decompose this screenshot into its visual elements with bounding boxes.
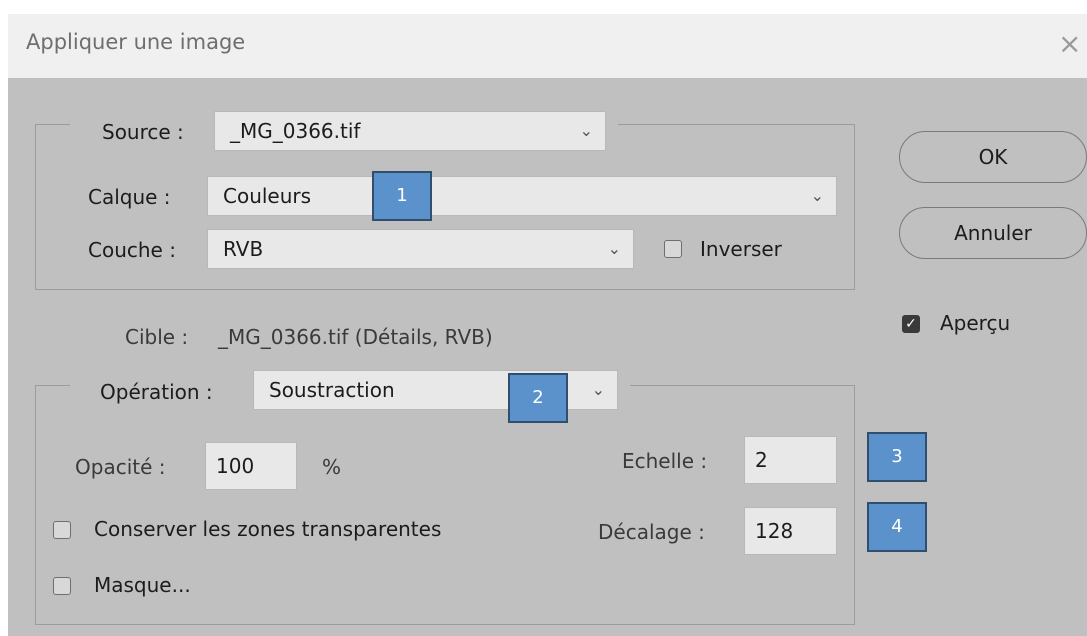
calque-select[interactable]: Couleurs ⌄ — [207, 176, 837, 216]
inverser-checkbox[interactable] — [664, 240, 682, 258]
decalage-input[interactable]: 128 — [744, 507, 837, 555]
cancel-button[interactable]: Annuler — [899, 207, 1087, 259]
chevron-down-icon: ⌄ — [607, 239, 621, 258]
calque-value: Couleurs — [223, 184, 312, 208]
couche-select[interactable]: RVB ⌄ — [207, 229, 634, 269]
opacite-input[interactable]: 100 — [205, 442, 297, 490]
couche-value: RVB — [223, 237, 264, 261]
inverser-label[interactable]: Inverser — [700, 237, 782, 261]
operation-label: Opération : — [100, 380, 213, 404]
close-icon[interactable]: × — [1058, 30, 1081, 58]
conserver-checkbox[interactable] — [53, 521, 71, 539]
conserver-label[interactable]: Conserver les zones transparentes — [94, 517, 441, 541]
masque-label[interactable]: Masque... — [94, 573, 191, 597]
calque-label: Calque : — [88, 185, 171, 209]
chevron-down-icon: ⌄ — [810, 186, 824, 205]
cible-label: Cible : — [125, 325, 189, 349]
annotation-badge-4: 4 — [867, 502, 927, 552]
source-select[interactable]: _MG_0366.tif ⌄ — [214, 111, 606, 151]
couche-label: Couche : — [88, 238, 176, 262]
apercu-checkbox[interactable]: ✓ — [902, 315, 920, 333]
operation-value: Soustraction — [269, 378, 395, 402]
apercu-label[interactable]: Aperçu — [940, 311, 1010, 335]
annotation-badge-2: 2 — [508, 373, 568, 423]
annotation-badge-3: 3 — [867, 432, 927, 482]
cible-value: _MG_0366.tif (Détails, RVB) — [218, 325, 493, 349]
opacite-unit: % — [322, 455, 342, 479]
dialog-title: Appliquer une image — [26, 30, 246, 54]
echelle-label: Echelle : — [622, 449, 708, 473]
chevron-down-icon: ⌄ — [579, 121, 593, 140]
opacite-label: Opacité : — [75, 455, 166, 479]
annotation-badge-1: 1 — [372, 171, 432, 221]
masque-checkbox[interactable] — [53, 577, 71, 595]
source-value: _MG_0366.tif — [230, 119, 361, 143]
decalage-label: Décalage : — [598, 520, 705, 544]
source-label: Source : — [102, 120, 184, 144]
ok-button[interactable]: OK — [899, 131, 1087, 183]
echelle-input[interactable]: 2 — [744, 436, 837, 484]
chevron-down-icon: ⌄ — [591, 380, 605, 399]
